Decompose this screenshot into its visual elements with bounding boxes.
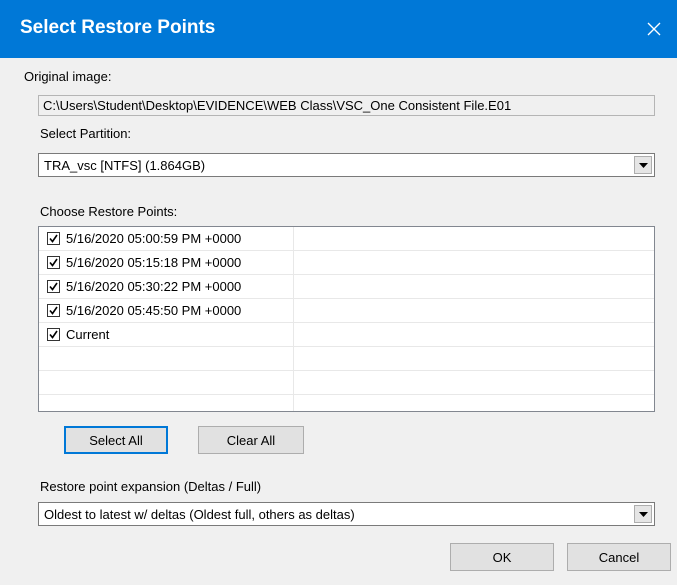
checkmark-icon (49, 306, 58, 315)
checkmark-icon (49, 258, 58, 267)
empty-list-row (39, 371, 654, 395)
cancel-button[interactable]: Cancel (567, 543, 671, 571)
checkmark-icon (49, 330, 58, 339)
clear-all-button[interactable]: Clear All (198, 426, 304, 454)
chevron-down-icon (638, 511, 648, 517)
partition-selected-value: TRA_vsc [NTFS] (1.864GB) (44, 158, 206, 173)
checkmark-icon (49, 282, 58, 291)
list-item[interactable]: 5/16/2020 05:45:50 PM +0000 (39, 299, 654, 323)
restore-point-label: 5/16/2020 05:30:22 PM +0000 (66, 279, 242, 294)
restore-point-label: 5/16/2020 05:45:50 PM +0000 (66, 303, 242, 318)
restore-point-checkbox[interactable] (47, 304, 60, 317)
empty-list-row (39, 395, 654, 411)
empty-list-row (39, 347, 654, 371)
list-item[interactable]: Current (39, 323, 654, 347)
restore-point-checkbox[interactable] (47, 280, 60, 293)
original-image-path-field: C:\Users\Student\Desktop\EVIDENCE\WEB Cl… (38, 95, 655, 116)
select-all-button[interactable]: Select All (64, 426, 168, 454)
list-item[interactable]: 5/16/2020 05:00:59 PM +0000 (39, 227, 654, 251)
expansion-selected-value: Oldest to latest w/ deltas (Oldest full,… (44, 507, 355, 522)
ok-button[interactable]: OK (450, 543, 554, 571)
close-icon (647, 22, 661, 36)
original-image-label: Original image: (24, 69, 112, 84)
restore-point-label: 5/16/2020 05:00:59 PM +0000 (66, 231, 242, 246)
list-item[interactable]: 5/16/2020 05:15:18 PM +0000 (39, 251, 654, 275)
chevron-down-icon (638, 162, 648, 168)
restore-point-label: 5/16/2020 05:15:18 PM +0000 (66, 255, 242, 270)
restore-point-checkbox[interactable] (47, 328, 60, 341)
close-button[interactable] (631, 0, 677, 58)
dialog-title: Select Restore Points (20, 17, 216, 38)
select-partition-label: Select Partition: (40, 126, 132, 141)
partition-dropdown-arrow[interactable] (634, 156, 652, 174)
expansion-dropdown[interactable]: Oldest to latest w/ deltas (Oldest full,… (38, 502, 655, 526)
list-item[interactable]: 5/16/2020 05:30:22 PM +0000 (39, 275, 654, 299)
restore-points-list[interactable]: 5/16/2020 05:00:59 PM +0000 5/16/2020 05… (38, 226, 655, 412)
restore-point-expansion-label: Restore point expansion (Deltas / Full) (40, 479, 262, 494)
partition-dropdown[interactable]: TRA_vsc [NTFS] (1.864GB) (38, 153, 655, 177)
checkmark-icon (49, 234, 58, 243)
choose-restore-points-label: Choose Restore Points: (40, 204, 178, 219)
restore-point-label: Current (66, 327, 110, 342)
restore-point-checkbox[interactable] (47, 256, 60, 269)
title-bar: Select Restore Points (0, 0, 677, 58)
select-restore-points-dialog: Select Restore Points Original image: C:… (0, 0, 677, 585)
restore-point-checkbox[interactable] (47, 232, 60, 245)
expansion-dropdown-arrow[interactable] (634, 505, 652, 523)
